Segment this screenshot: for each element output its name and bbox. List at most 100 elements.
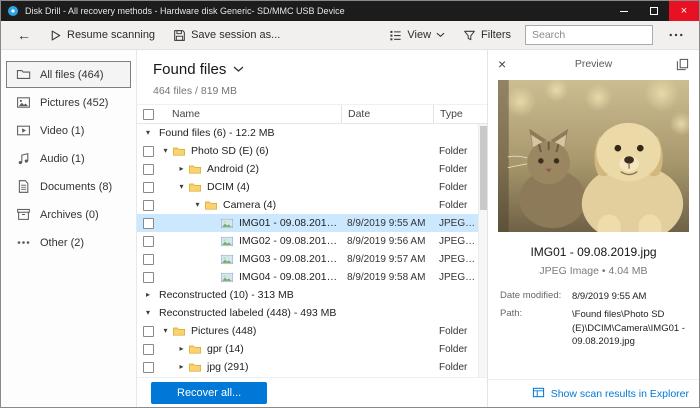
table-row[interactable]: ▾Pictures (448)Folder: [137, 322, 487, 340]
table-row[interactable]: IMG02 - 09.08.2019.jpg8/9/2019 9:56 AMJP…: [137, 232, 487, 250]
resume-scanning-button[interactable]: Resume scanning: [41, 26, 163, 45]
row-name: Reconstructed (10) - 313 MB: [159, 289, 294, 301]
toolbar: ← Resume scanning Save session as... Vie…: [1, 21, 699, 50]
sidebar-item-other[interactable]: Other (2): [6, 229, 131, 256]
expander-icon[interactable]: ▾: [142, 129, 155, 137]
table-row[interactable]: ▸ Reconstructed (10) - 313 MB: [137, 286, 487, 304]
more-button[interactable]: [661, 30, 691, 40]
column-header-name[interactable]: Name: [159, 105, 341, 123]
row-checkbox[interactable]: [143, 362, 154, 373]
resume-scanning-label: Resume scanning: [67, 29, 155, 41]
table-row[interactable]: ▾ Found files (6) - 12.2 MB: [137, 124, 487, 142]
save-session-button[interactable]: Save session as...: [165, 26, 288, 45]
sidebar-item-all-files[interactable]: All files (464): [6, 61, 131, 88]
minimize-button[interactable]: [609, 1, 639, 21]
audio-icon: [16, 151, 31, 166]
row-type: Folder: [433, 326, 477, 337]
expander-icon[interactable]: ▾: [159, 147, 172, 155]
table-row[interactable]: IMG04 - 09.08.2019.jpg8/9/2019 9:58 AMJP…: [137, 268, 487, 286]
sidebar-item-audio[interactable]: Audio (1): [6, 145, 131, 172]
row-type: Folder: [433, 182, 477, 193]
row-date: 8/9/2019 9:57 AM: [341, 254, 433, 265]
table-row[interactable]: ▾Reconstructed labeled (448) - 493 MB: [137, 304, 487, 322]
table-row[interactable]: ▾DCIM (4)Folder: [137, 178, 487, 196]
column-header-type[interactable]: Type: [433, 105, 477, 123]
view-label: View: [407, 29, 431, 41]
preview-meta: JPEG Image • 4.04 MB: [488, 265, 699, 277]
preview-footer: Show scan results in Explorer: [488, 379, 699, 407]
sidebar-item-label: Other (2): [40, 237, 84, 249]
row-name: IMG04 - 09.08.2019.jpg: [239, 271, 341, 283]
table-row[interactable]: ▾Camera (4)Folder: [137, 196, 487, 214]
sidebar-item-documents[interactable]: Documents (8): [6, 173, 131, 200]
row-checkbox[interactable]: [143, 146, 154, 157]
chevron-down-icon: [436, 32, 445, 38]
sidebar-item-video[interactable]: Video (1): [6, 117, 131, 144]
expander-icon[interactable]: ▸: [142, 291, 155, 299]
maximize-button[interactable]: [639, 1, 669, 21]
select-all-checkbox[interactable]: [143, 109, 154, 120]
content-area: All files (464)Pictures (452)Video (1) Au…: [1, 50, 699, 407]
view-button[interactable]: View: [381, 26, 453, 45]
titlebar[interactable]: Disk Drill - All recovery methods - Hard…: [1, 1, 699, 21]
expander-icon[interactable]: ▸: [175, 165, 188, 173]
sidebar-item-label: Documents (8): [40, 181, 112, 193]
row-date: 8/9/2019 9:56 AM: [341, 236, 433, 247]
title-dropdown-chevron-icon[interactable]: [233, 66, 244, 73]
date-modified-value: 8/9/2019 9:55 AM: [572, 290, 687, 303]
expander-icon[interactable]: ▾: [159, 327, 172, 335]
show-in-explorer-link[interactable]: Show scan results in Explorer: [551, 388, 689, 400]
folder-icon: [204, 199, 219, 212]
row-checkbox[interactable]: [143, 236, 154, 247]
close-preview-icon[interactable]: ×: [498, 57, 516, 71]
play-icon: [49, 29, 62, 42]
row-checkbox[interactable]: [143, 164, 154, 175]
search-input[interactable]: [525, 25, 653, 45]
sidebar-item-pictures[interactable]: Pictures (452): [6, 89, 131, 116]
path-label: Path:: [500, 308, 572, 348]
row-checkbox[interactable]: [143, 272, 154, 283]
folder-icon: [188, 361, 203, 374]
arrow-left-icon: ←: [17, 28, 31, 42]
path-value: \Found files\Photo SD (E)\DCIM\Camera\IM…: [572, 308, 687, 348]
row-type: JPEG Image: [433, 218, 477, 229]
table-row[interactable]: IMG01 - 09.08.2019.jpg8/9/2019 9:55 AMJP…: [137, 214, 487, 232]
expander-icon[interactable]: ▸: [175, 363, 188, 371]
file-table: Name Date Type ▾ Found files (6) - 12.2 M…: [137, 104, 487, 377]
expander-icon[interactable]: ▸: [175, 345, 188, 353]
folder-icon: [188, 163, 203, 176]
documents-icon: [16, 179, 31, 194]
sidebar: All files (464)Pictures (452)Video (1) Au…: [1, 50, 137, 407]
expander-icon[interactable]: ▾: [142, 309, 155, 317]
sidebar-item-label: Audio (1): [40, 153, 85, 165]
sidebar-list: All files (464)Pictures (452)Video (1) Au…: [1, 61, 136, 256]
row-checkbox[interactable]: [143, 218, 154, 229]
copy-icon[interactable]: [671, 58, 689, 71]
row-checkbox[interactable]: [143, 326, 154, 337]
recover-all-button[interactable]: Recover all...: [151, 382, 267, 404]
table-row[interactable]: ▸jpg (291)Folder: [137, 358, 487, 376]
app-window: Disk Drill - All recovery methods - Hard…: [0, 0, 700, 408]
row-checkbox[interactable]: [143, 182, 154, 193]
row-checkbox[interactable]: [143, 200, 154, 211]
row-name: Found files (6) - 12.2 MB: [159, 127, 275, 139]
row-type: Folder: [433, 362, 477, 373]
row-checkbox[interactable]: [143, 344, 154, 355]
vertical-scrollbar[interactable]: [478, 124, 487, 377]
back-button[interactable]: ←: [9, 25, 39, 45]
bottom-bar: Recover all...: [137, 377, 487, 407]
column-header-date[interactable]: Date: [341, 105, 433, 123]
table-row[interactable]: ▸Android (2)Folder: [137, 160, 487, 178]
row-checkbox[interactable]: [143, 254, 154, 265]
sidebar-item-archives[interactable]: Archives (0): [6, 201, 131, 228]
expander-icon[interactable]: ▾: [191, 201, 204, 209]
scrollbar-thumb[interactable]: [480, 126, 487, 210]
close-button[interactable]: ×: [669, 1, 699, 21]
table-row[interactable]: IMG03 - 09.08.2019.jpg8/9/2019 9:57 AMJP…: [137, 250, 487, 268]
table-row[interactable]: ▾Photo SD (E) (6)Folder: [137, 142, 487, 160]
filters-button[interactable]: Filters: [455, 26, 519, 45]
row-type: JPEG Image: [433, 254, 477, 265]
table-row[interactable]: ▸gpr (14)Folder: [137, 340, 487, 358]
expander-icon[interactable]: ▾: [175, 183, 188, 191]
image-icon: [220, 271, 235, 284]
